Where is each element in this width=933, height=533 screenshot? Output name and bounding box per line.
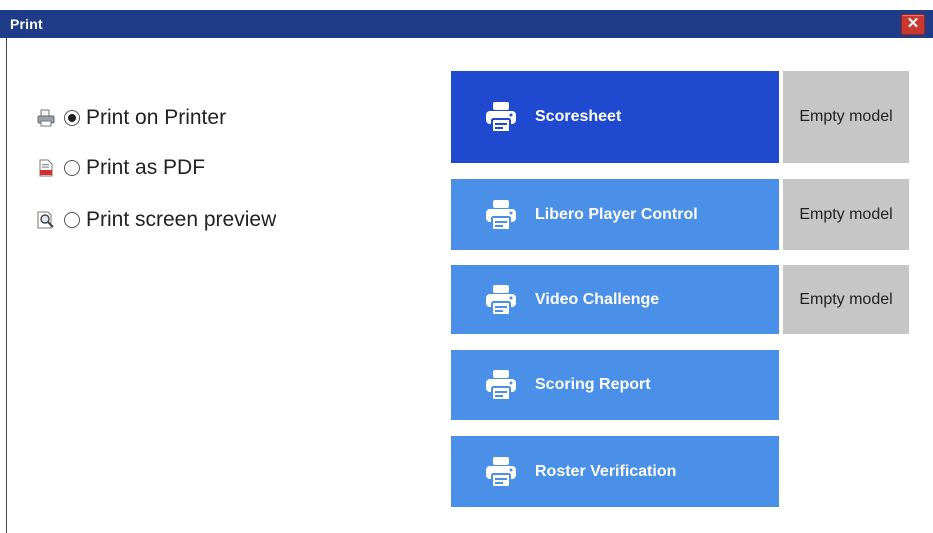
printer-icon [483, 454, 519, 490]
model-badge: Empty model [783, 71, 909, 163]
printer-icon [483, 197, 519, 233]
option-print-as-pdf[interactable]: Print as PDF [36, 154, 205, 182]
model-badge: Empty model [783, 179, 909, 250]
report-button-roster-verification[interactable]: Roster Verification [451, 436, 779, 507]
print-dialog: Print ✕ Print on Printer Print as PDF Pr… [0, 0, 933, 533]
printer-icon [483, 282, 519, 318]
window-left-border [6, 38, 7, 533]
printer-icon [483, 99, 519, 135]
screen-preview-icon [36, 210, 56, 230]
radio-selected-dot [68, 114, 76, 122]
title-bar: Print ✕ [0, 10, 933, 38]
report-label: Scoring Report [535, 376, 651, 393]
option-label: Print as PDF [86, 156, 206, 179]
report-label: Video Challenge [535, 290, 660, 308]
report-button-scoresheet[interactable]: Scoresheet [451, 71, 779, 163]
radio-print-screen-preview[interactable] [64, 212, 80, 228]
report-button-scoring-report[interactable]: Scoring Report [451, 350, 779, 420]
report-button-libero-player-control[interactable]: Libero Player Control [451, 179, 779, 250]
radio-print-on-printer[interactable] [64, 110, 80, 126]
printer-icon [36, 108, 56, 128]
printer-icon [483, 367, 519, 403]
report-label: Roster Verification [535, 462, 677, 480]
radio-print-as-pdf[interactable] [64, 160, 80, 176]
close-button[interactable]: ✕ [901, 14, 925, 35]
report-button-video-challenge[interactable]: Video Challenge [451, 265, 779, 334]
report-label: Libero Player Control [535, 205, 698, 223]
option-label: Print on Printer [86, 106, 227, 129]
option-print-screen-preview[interactable]: Print screen preview [36, 206, 276, 234]
pdf-icon [36, 158, 56, 178]
model-badge: Empty model [783, 265, 909, 334]
option-label: Print screen preview [86, 208, 277, 231]
window-title: Print [10, 16, 43, 32]
option-print-on-printer[interactable]: Print on Printer [36, 104, 226, 132]
report-label: Scoresheet [535, 108, 622, 125]
